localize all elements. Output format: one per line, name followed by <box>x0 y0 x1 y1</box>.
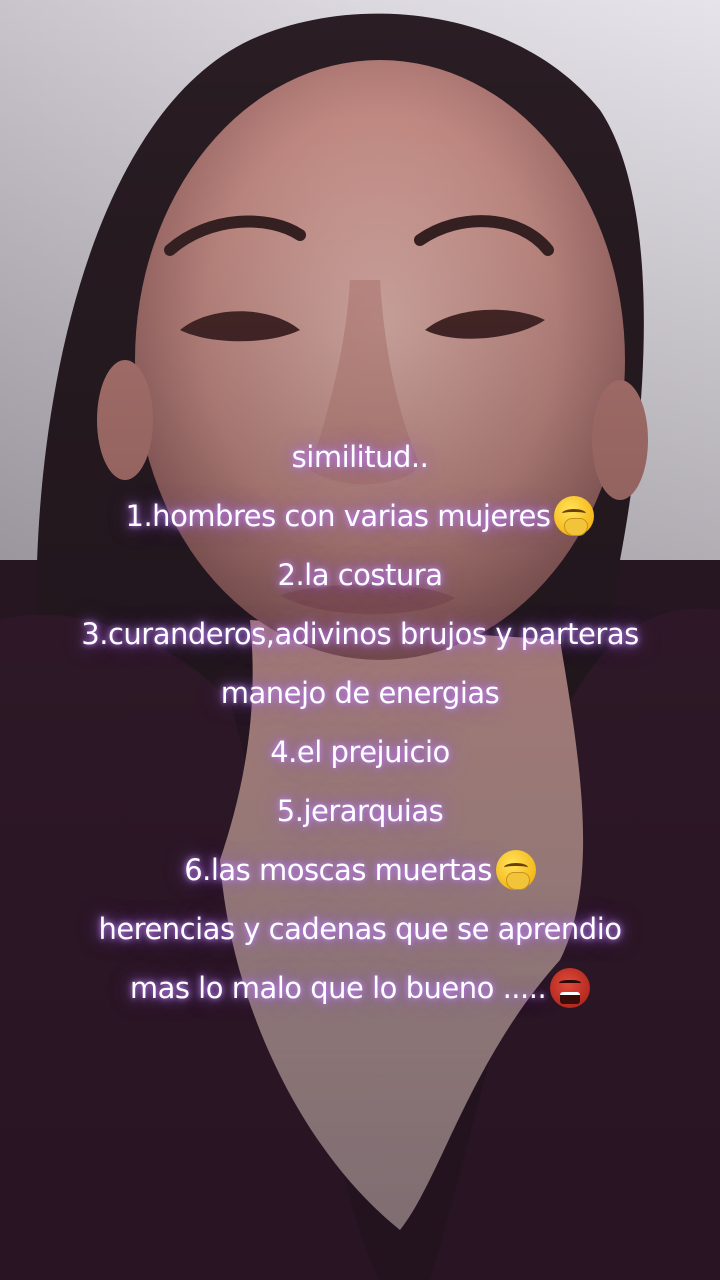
caption-line-4: 4.el prejuicio <box>270 735 450 769</box>
caption-overlay: similitud.. 1.hombres con varias mujeres… <box>0 428 720 1018</box>
caption-line-3: 3.curanderos,adivinos brujos y parteras <box>81 617 639 651</box>
ogre-icon <box>550 968 591 1008</box>
caption-line-8-text: mas lo malo que lo bueno ..... <box>129 971 547 1005</box>
caption-line-1-text: 1.hombres con varias mujeres <box>125 499 551 533</box>
face-with-hand-over-mouth-icon <box>495 850 536 890</box>
caption-line-7: herencias y cadenas que se aprendio <box>98 912 622 946</box>
caption-line-1: 1.hombres con varias mujeres <box>0 487 720 546</box>
caption-line-6: 6.las moscas muertas <box>0 841 720 900</box>
caption-line-3-cont: manejo de energias <box>220 676 500 710</box>
caption-line-8: mas lo malo que lo bueno ..... <box>0 959 720 1018</box>
caption-line-2: 2.la costura <box>277 558 443 592</box>
caption-line-6-text: 6.las moscas muertas <box>184 853 492 887</box>
caption-line-5: 5.jerarquias <box>276 794 444 828</box>
caption-line-title: similitud.. <box>291 440 429 474</box>
face-with-hand-over-mouth-icon <box>554 496 595 536</box>
